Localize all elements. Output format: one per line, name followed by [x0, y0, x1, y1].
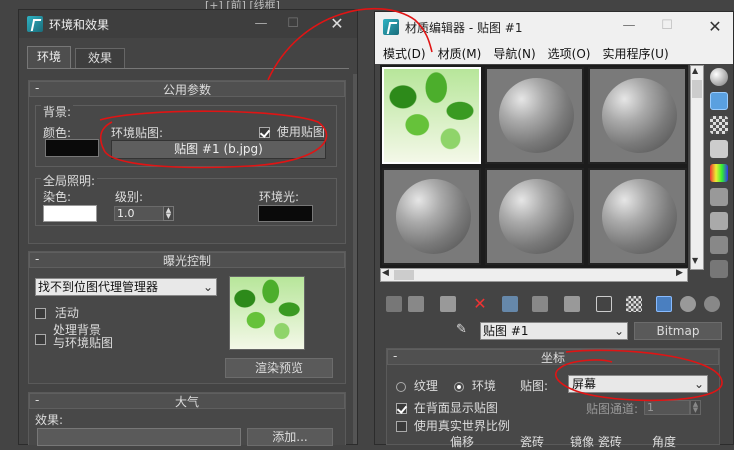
annotation-ellipse-mapping — [555, 349, 723, 402]
annotation-arrow-line — [267, 8, 433, 81]
annotation-ellipse-env-map — [99, 110, 328, 169]
red-annotation-overlay — [99, 8, 723, 402]
